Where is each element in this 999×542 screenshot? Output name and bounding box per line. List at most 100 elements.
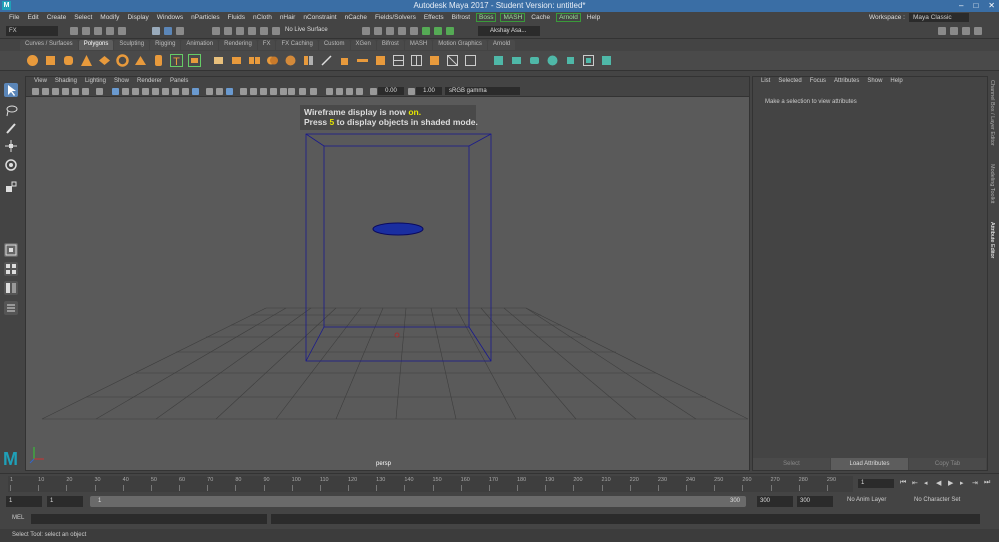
go-to-end-icon[interactable]: ⏭ bbox=[984, 479, 990, 487]
copy-tab-button[interactable]: Copy Tab bbox=[909, 458, 986, 470]
paint-select-tool-icon[interactable] bbox=[4, 121, 18, 135]
snap-curve-icon[interactable] bbox=[224, 27, 232, 35]
shelf-tab-fx[interactable]: FX bbox=[257, 40, 276, 50]
arnold-ipr-icon[interactable] bbox=[434, 27, 442, 35]
render-current-icon[interactable] bbox=[374, 27, 382, 35]
hud-toggle-icon[interactable] bbox=[310, 88, 317, 95]
side-tab-channel-box[interactable]: Channel Box / Layer Editor bbox=[989, 80, 995, 146]
wireframe-object[interactable] bbox=[372, 222, 424, 236]
ipr-render-icon[interactable] bbox=[386, 27, 394, 35]
planar-map-icon[interactable] bbox=[510, 54, 523, 67]
menu-ncache[interactable]: nCache bbox=[341, 14, 371, 21]
render-settings-icon[interactable] bbox=[362, 27, 370, 35]
automatic-map-icon[interactable] bbox=[564, 54, 577, 67]
step-back-frame-icon[interactable]: ◂ bbox=[924, 479, 928, 487]
exposure-field[interactable]: 0.00 bbox=[378, 87, 404, 95]
xray-active-icon[interactable] bbox=[326, 88, 333, 95]
2d-pan-zoom-icon[interactable] bbox=[72, 88, 79, 95]
multi-cut-icon[interactable] bbox=[392, 54, 405, 67]
go-to-start-icon[interactable]: ⏮ bbox=[900, 479, 906, 487]
anim-layer-dropdown[interactable]: No Anim Layer bbox=[847, 497, 886, 503]
booleans-icon[interactable] bbox=[266, 54, 279, 67]
bookmarks-icon[interactable] bbox=[52, 88, 59, 95]
shelf-tab-polygons[interactable]: Polygons bbox=[78, 40, 114, 50]
resolution-gate-icon[interactable] bbox=[240, 88, 247, 95]
shelf-tab-bifrost[interactable]: Bifrost bbox=[376, 40, 404, 50]
bridge-icon[interactable] bbox=[356, 54, 369, 67]
shelf-tab-rendering[interactable]: Rendering bbox=[219, 40, 257, 50]
persp-outliner-view-icon[interactable] bbox=[4, 281, 18, 295]
shelf-tab-fx-caching[interactable]: FX Caching bbox=[276, 40, 318, 50]
mirror-icon[interactable] bbox=[302, 54, 315, 67]
menu-bifrost[interactable]: Bifrost bbox=[448, 14, 474, 21]
poly-cylinder-icon[interactable] bbox=[62, 54, 75, 67]
bevel-icon[interactable] bbox=[320, 54, 333, 67]
maximize-button[interactable]: □ bbox=[973, 1, 978, 10]
wireframe-box[interactable] bbox=[305, 133, 492, 362]
step-forward-frame-icon[interactable]: ▸ bbox=[960, 479, 964, 487]
select-camera-icon[interactable] bbox=[32, 88, 39, 95]
menu-set-dropdown[interactable]: FX bbox=[6, 26, 58, 36]
user-account-dropdown[interactable]: Akshay Asa... bbox=[478, 26, 540, 36]
viewport-menu-renderer[interactable]: Renderer bbox=[133, 77, 166, 86]
show-isolate-icon[interactable] bbox=[299, 88, 306, 95]
poly-text-icon[interactable]: T bbox=[170, 54, 183, 67]
grease-pencil-icon[interactable] bbox=[82, 88, 89, 95]
menu-windows[interactable]: Windows bbox=[153, 14, 187, 21]
shelf-tab-rigging[interactable]: Rigging bbox=[150, 40, 181, 50]
camera-attributes-icon[interactable] bbox=[42, 88, 49, 95]
minimize-button[interactable]: – bbox=[959, 1, 963, 10]
menu-select[interactable]: Select bbox=[70, 14, 96, 21]
new-scene-icon[interactable] bbox=[70, 27, 78, 35]
menu-help[interactable]: Help bbox=[583, 14, 604, 21]
play-forwards-icon[interactable]: ▶ bbox=[948, 479, 953, 487]
move-tool-icon[interactable] bbox=[4, 139, 18, 153]
open-scene-icon[interactable] bbox=[82, 27, 90, 35]
layout-uv-icon[interactable] bbox=[600, 54, 613, 67]
menu-nhair[interactable]: nHair bbox=[276, 14, 300, 21]
snap-view-plane-icon[interactable] bbox=[248, 27, 256, 35]
anti-aliasing-icon[interactable] bbox=[346, 88, 353, 95]
snap-surface-icon[interactable] bbox=[260, 27, 268, 35]
xray-components-icon[interactable] bbox=[226, 88, 233, 95]
menu-ncloth[interactable]: nCloth bbox=[249, 14, 276, 21]
smooth-shade-icon[interactable] bbox=[122, 88, 129, 95]
menu-arnold[interactable]: Arnold bbox=[556, 13, 581, 22]
extrude-icon[interactable] bbox=[338, 54, 351, 67]
shelf-tab-animation[interactable]: Animation bbox=[181, 40, 219, 50]
step-back-key-icon[interactable]: ⇤ bbox=[912, 479, 918, 487]
attr-menu-focus[interactable]: Focus bbox=[806, 77, 830, 87]
menu-edit[interactable]: Edit bbox=[23, 14, 42, 21]
current-frame-field[interactable]: 1 bbox=[858, 479, 894, 488]
shelf-tab-curves-surfaces[interactable]: Curves / Surfaces bbox=[20, 40, 78, 50]
select-tool-icon[interactable] bbox=[4, 83, 18, 97]
film-gate-icon[interactable] bbox=[288, 88, 295, 95]
attr-menu-selected[interactable]: Selected bbox=[774, 77, 805, 87]
textured-icon[interactable] bbox=[142, 88, 149, 95]
menu-fluids[interactable]: Fluids bbox=[224, 14, 249, 21]
tool-settings-toggle-icon[interactable] bbox=[962, 27, 970, 35]
workspace-dropdown[interactable]: Maya Classic bbox=[909, 13, 969, 22]
collapse-icon[interactable] bbox=[464, 54, 477, 67]
viewport-panel[interactable]: View Shading Lighting Show Renderer Pane… bbox=[25, 76, 750, 471]
viewport-menu-panels[interactable]: Panels bbox=[166, 77, 192, 86]
view-transform-icon[interactable] bbox=[356, 88, 363, 95]
attribute-editor-toggle-icon[interactable] bbox=[950, 27, 958, 35]
wireframe-icon[interactable] bbox=[112, 88, 119, 95]
quad-draw-icon[interactable] bbox=[428, 54, 441, 67]
color-space-dropdown[interactable]: sRGB gamma bbox=[445, 87, 520, 95]
wireframe-on-shaded-icon[interactable] bbox=[132, 88, 139, 95]
safe-title-icon[interactable] bbox=[280, 88, 287, 95]
poly-cube-icon[interactable] bbox=[44, 54, 57, 67]
channel-box-toggle-icon[interactable] bbox=[974, 27, 982, 35]
scale-tool-icon[interactable] bbox=[4, 180, 18, 194]
poly-pipe-icon[interactable] bbox=[152, 54, 165, 67]
screen-space-ao-icon[interactable] bbox=[172, 88, 179, 95]
single-perspective-view-icon[interactable] bbox=[4, 243, 18, 257]
select-component-icon[interactable] bbox=[176, 27, 184, 35]
mel-command-input[interactable] bbox=[31, 514, 267, 524]
grid-toggle-icon[interactable] bbox=[96, 88, 103, 95]
arnold-stop-icon[interactable] bbox=[446, 27, 454, 35]
gamma-icon[interactable] bbox=[408, 88, 415, 95]
separate-icon[interactable] bbox=[230, 54, 243, 67]
